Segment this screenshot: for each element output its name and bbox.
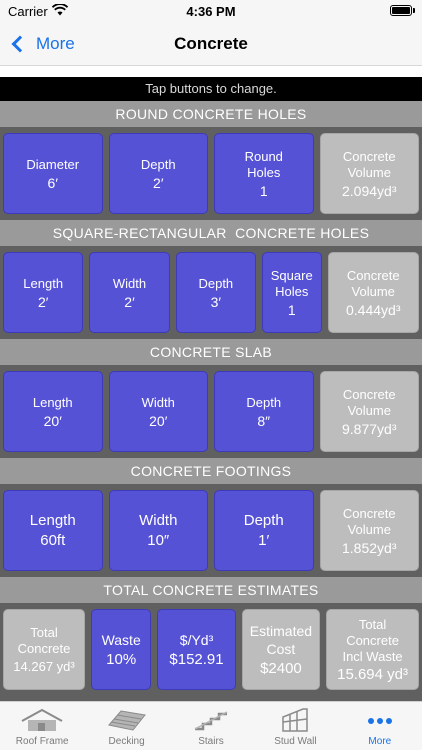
navigation-bar: More Concrete [0, 22, 422, 66]
tile-label: Depth [243, 511, 284, 529]
tile-value: 2′ [153, 174, 164, 191]
tab-stairs[interactable]: Stairs [169, 702, 253, 750]
tile-label: Depth [140, 156, 176, 172]
square-depth-button[interactable]: Depth 3′ [175, 252, 256, 333]
row-round: Diameter 6′ Depth 2′ Round Holes 1 Concr… [0, 127, 422, 220]
hint-text: Tap buttons to change. [0, 77, 422, 101]
tab-bar: Roof Frame Decking Stairs Stud Wall More [0, 701, 422, 750]
slab-length-button[interactable]: Length 20′ [3, 371, 103, 452]
tile-value: 60ft [40, 531, 66, 549]
tile-label: Concrete Volume [346, 267, 400, 299]
slab-depth-button[interactable]: Depth 8″ [214, 371, 314, 452]
tile-value: 0.444yd³ [346, 301, 401, 318]
tile-label: Width [141, 394, 175, 410]
round-volume-result: Concrete Volume 2.094yd³ [319, 133, 419, 214]
tab-label: Decking [108, 736, 145, 747]
status-time: 4:36 PM [186, 4, 236, 19]
row-slab: Length 20′ Width 20′ Depth 8″ Concrete V… [0, 365, 422, 458]
tab-stud-wall[interactable]: Stud Wall [253, 702, 337, 750]
stud-wall-icon [282, 708, 309, 732]
tile-value: $152.91 [169, 650, 224, 668]
section-header-round: ROUND CONCRETE HOLES [0, 101, 422, 127]
tile-value: $2400 [260, 659, 302, 677]
tab-more[interactable]: More [338, 702, 422, 750]
tile-value: 1′ [258, 531, 270, 549]
section-header-slab: CONCRETE SLAB [0, 339, 422, 365]
tile-value: 8″ [257, 412, 271, 429]
tile-value: 1 [259, 182, 268, 199]
square-holes-button[interactable]: Square Holes 1 [261, 252, 322, 333]
tab-label: Stairs [198, 736, 224, 747]
tile-label: Concrete Volume [342, 148, 396, 180]
square-length-button[interactable]: Length 2′ [3, 252, 84, 333]
tile-label: Square Holes [270, 267, 313, 299]
footing-length-button[interactable]: Length 60ft [3, 490, 103, 571]
roof-frame-icon [21, 708, 63, 731]
slab-width-button[interactable]: Width 20′ [108, 371, 208, 452]
tile-value: 3′ [210, 293, 222, 310]
round-diameter-button[interactable]: Diameter 6′ [3, 133, 103, 214]
section-header-footings: CONCRETE FOOTINGS [0, 458, 422, 484]
square-volume-result: Concrete Volume 0.444yd³ [327, 252, 419, 333]
tile-value: 9.877yd³ [342, 420, 397, 437]
tab-decking[interactable]: Decking [84, 702, 168, 750]
stairs-icon [194, 711, 228, 731]
section-header-totals: TOTAL CONCRETE ESTIMATES [0, 577, 422, 603]
total-incl-waste-result: Total Concrete Incl Waste 15.694 yd³ [326, 609, 419, 690]
tile-value: 1 [287, 301, 296, 318]
tile-value: 10″ [147, 531, 170, 549]
tab-label: Roof Frame [15, 736, 69, 747]
tile-label: Length [29, 511, 76, 529]
footing-depth-button[interactable]: Depth 1′ [214, 490, 314, 571]
tile-value: 2′ [37, 293, 49, 310]
total-concrete-result: Total Concrete 14.267 yd³ [3, 609, 86, 690]
tab-label: More [368, 736, 392, 747]
tile-value: 2′ [124, 293, 135, 310]
tile-label: Waste [101, 631, 141, 648]
tile-value: 2.094yd³ [342, 182, 397, 199]
tile-label: Concrete Volume [342, 386, 396, 418]
section-header-square: SQUARE-RECTANGULAR CONCRETE HOLES [0, 220, 422, 246]
tile-label: Width [139, 511, 178, 529]
tile-label: Concrete Volume [342, 505, 396, 537]
tile-label: Total Concrete Incl Waste [342, 616, 403, 664]
tile-value: 1.852yd³ [342, 539, 397, 556]
tile-value: 20′ [149, 412, 168, 429]
round-depth-button[interactable]: Depth 2′ [108, 133, 208, 214]
tile-label: Length [32, 394, 73, 410]
tab-roof-frame[interactable]: Roof Frame [0, 702, 84, 750]
row-totals: Total Concrete 14.267 yd³ Waste 10% $/Yd… [0, 603, 422, 696]
round-holes-button[interactable]: Round Holes 1 [214, 133, 314, 214]
tile-value: 14.267 yd³ [13, 658, 75, 674]
row-square: Length 2′ Width 2′ Depth 3′ Square Holes… [0, 246, 422, 339]
footing-volume-result: Concrete Volume 1.852yd³ [319, 490, 419, 571]
decking-icon [107, 710, 146, 731]
battery-icon [390, 5, 415, 16]
calculator-content: Tap buttons to change. ROUND CONCRETE HO… [0, 77, 422, 701]
tile-label: Estimated Cost [249, 622, 313, 657]
tile-value: 15.694 yd³ [337, 665, 408, 683]
tile-label: Depth [198, 275, 234, 291]
tile-label: $/Yd³ [179, 631, 214, 648]
estimated-cost-result: Estimated Cost $2400 [241, 609, 321, 690]
tile-value: 6′ [47, 174, 58, 191]
status-bar: Carrier 4:36 PM [0, 0, 422, 22]
tile-value: 10% [106, 650, 137, 668]
square-width-button[interactable]: Width 2′ [89, 252, 170, 333]
waste-button[interactable]: Waste 10% [91, 609, 152, 690]
tab-label: Stud Wall [274, 736, 317, 747]
tile-label: Round Holes [244, 148, 283, 180]
tile-label: Length [23, 275, 64, 291]
tile-value: 20′ [43, 412, 62, 429]
tile-label: Depth [246, 394, 282, 410]
slab-volume-result: Concrete Volume 9.877yd³ [319, 371, 419, 452]
tile-label: Width [112, 275, 147, 291]
tile-label: Total Concrete [17, 624, 71, 656]
footing-width-button[interactable]: Width 10″ [108, 490, 208, 571]
page-title: Concrete [174, 34, 248, 53]
more-icon [367, 718, 392, 724]
row-footings: Length 60ft Width 10″ Depth 1′ Concrete … [0, 484, 422, 577]
tile-label: Diameter [26, 156, 80, 172]
price-per-yard-button[interactable]: $/Yd³ $152.91 [157, 609, 236, 690]
